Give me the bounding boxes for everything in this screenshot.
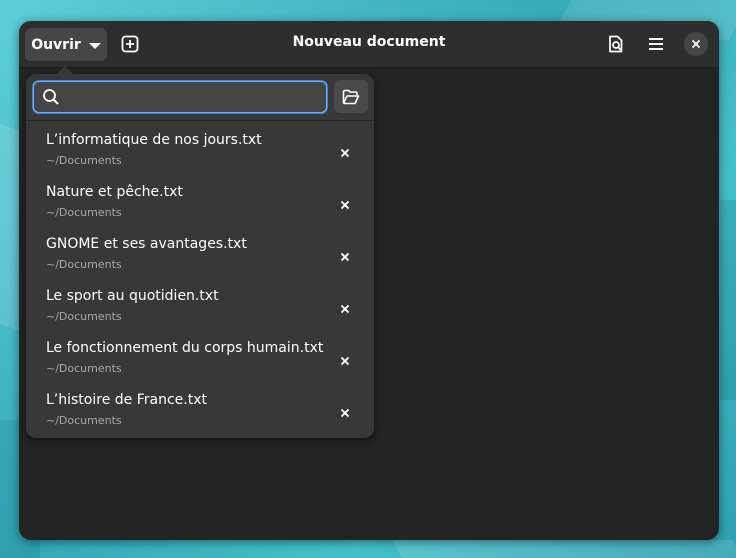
list-item[interactable]: Nature et pêche.txt ~/Documents [26,176,374,228]
list-item[interactable]: L’histoire de France.txt ~/Documents [26,384,374,436]
close-icon [340,148,350,158]
folder-open-icon [342,89,360,104]
file-path: ~/Documents [46,258,122,271]
file-path: ~/Documents [46,310,122,323]
search-box[interactable] [33,81,327,113]
remove-recent-button[interactable] [334,350,356,372]
file-path: ~/Documents [46,154,122,167]
open-document-popover: L’informatique de nos jours.txt ~/Docume… [26,74,374,438]
new-tab-icon [121,35,139,53]
search-icon [42,88,60,106]
file-name: GNOME et ses avantages.txt [46,236,247,252]
file-name: L’informatique de nos jours.txt [46,132,262,148]
recent-files-list: L’informatique de nos jours.txt ~/Docume… [26,124,374,436]
file-name: Nature et pêche.txt [46,184,183,200]
main-menu-button[interactable] [642,30,670,58]
new-tab-button[interactable] [116,30,144,58]
remove-recent-button[interactable] [334,142,356,164]
list-item[interactable]: GNOME et ses avantages.txt ~/Documents [26,228,374,280]
remove-recent-button[interactable] [334,194,356,216]
open-button[interactable]: Ouvrir [25,28,107,61]
file-name: Le fonctionnement du corps humain.txt [46,340,324,356]
file-path: ~/Documents [46,206,122,219]
close-icon [340,252,350,262]
remove-recent-button[interactable] [334,298,356,320]
list-item[interactable]: L’informatique de nos jours.txt ~/Docume… [26,124,374,176]
file-name: L’histoire de France.txt [46,392,207,408]
document-info-button[interactable] [602,30,630,58]
file-path: ~/Documents [46,362,122,375]
close-icon [340,304,350,314]
browse-files-button[interactable] [334,80,368,113]
remove-recent-button[interactable] [334,402,356,424]
file-path: ~/Documents [46,414,122,427]
chevron-down-icon [88,42,101,49]
open-button-label: Ouvrir [31,36,81,53]
list-item[interactable]: Le sport au quotidien.txt ~/Documents [26,280,374,332]
close-icon [340,200,350,210]
popover-separator [26,120,374,121]
hamburger-menu-icon [649,38,663,50]
remove-recent-button[interactable] [334,246,356,268]
headerbar: Ouvrir Nouveau document [19,21,719,68]
close-icon [340,408,350,418]
close-icon [340,356,350,366]
close-icon [691,39,701,49]
list-item[interactable]: Le fonctionnement du corps humain.txt ~/… [26,332,374,384]
window-close-button[interactable] [684,32,708,56]
file-name: Le sport au quotidien.txt [46,288,219,304]
popover-arrow [56,66,74,75]
document-info-icon [609,35,623,53]
search-input[interactable] [64,88,326,106]
